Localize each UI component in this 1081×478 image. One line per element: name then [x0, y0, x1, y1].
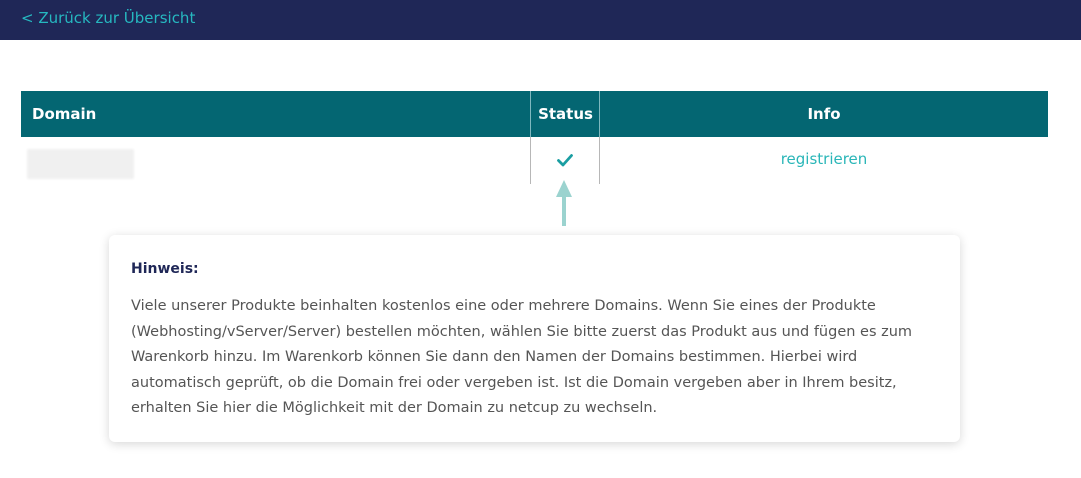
notice-title: Hinweis:	[131, 261, 199, 277]
back-to-overview-link[interactable]: < Zurück zur Übersicht	[21, 9, 195, 27]
register-domain-link[interactable]: registrieren	[600, 150, 1048, 168]
column-header-status: Status	[538, 105, 593, 123]
column-header-domain: Domain	[32, 105, 97, 123]
notice-card: Hinweis: Viele unserer Produkte beinhalt…	[109, 235, 960, 442]
notice-text: Viele unserer Produkte beinhalten kosten…	[131, 298, 913, 416]
column-divider	[530, 137, 531, 184]
checkmark-icon	[557, 154, 573, 167]
domain-name-redacted	[27, 149, 134, 179]
top-navigation-bar: < Zurück zur Übersicht	[0, 0, 1081, 40]
domain-table-header: Domain Status Info	[21, 91, 1048, 137]
arrow-up-icon	[556, 180, 572, 226]
column-header-info: Info	[807, 105, 841, 123]
